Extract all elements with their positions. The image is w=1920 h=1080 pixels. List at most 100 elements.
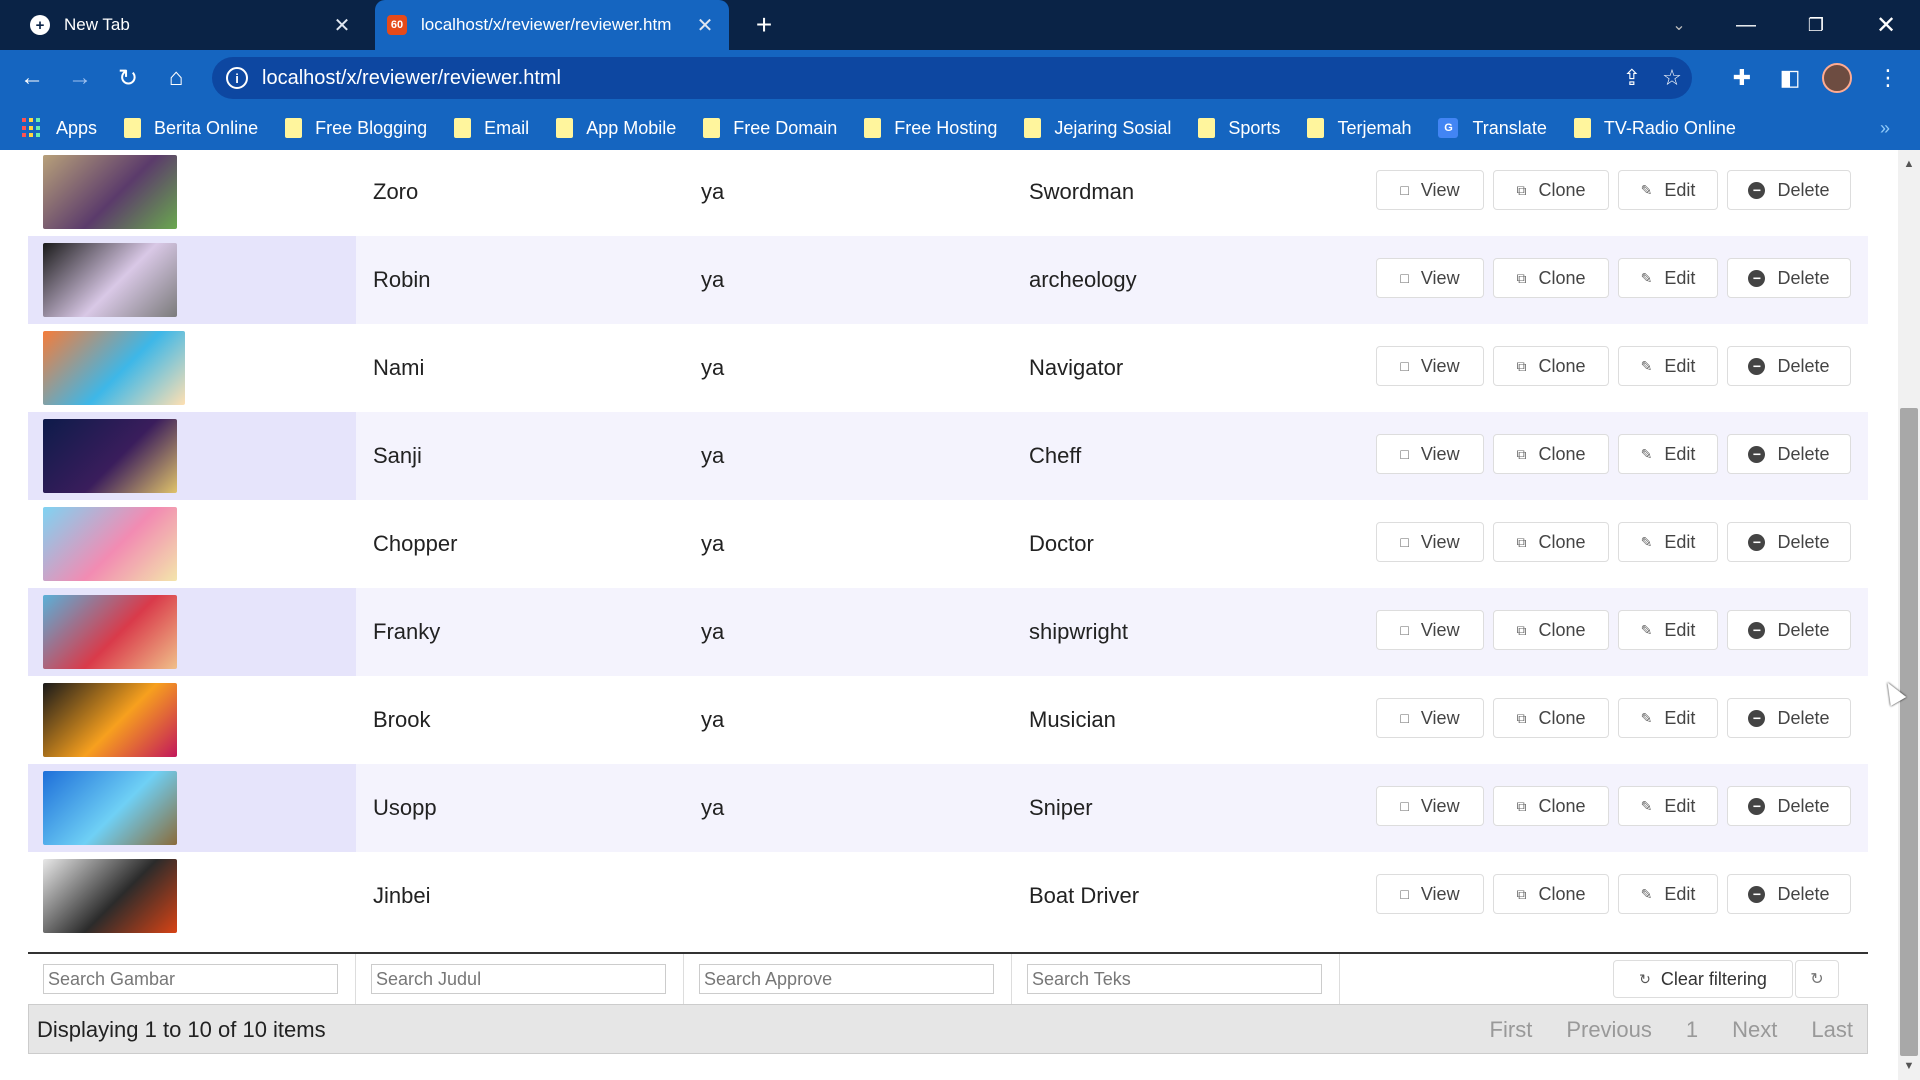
minimize-icon[interactable]: — (1711, 0, 1781, 50)
reload-icon[interactable]: ↻ (110, 60, 146, 96)
close-tab-icon[interactable]: ✕ (328, 13, 356, 38)
clone-button[interactable]: ⧉ Clone (1493, 170, 1609, 210)
table-row[interactable]: Usopp ya Sniper □ View ⧉ Clone ✎ Edit − Delete (28, 764, 1868, 852)
bookmark-tv-radio-online[interactable]: TV-Radio Online (1573, 118, 1736, 139)
new-tab-button[interactable]: + (748, 8, 780, 42)
clone-button[interactable]: ⧉ Clone (1493, 610, 1609, 650)
edit-button-label: Edit (1664, 531, 1696, 552)
delete-button[interactable]: − Delete (1727, 346, 1851, 386)
clone-button[interactable]: ⧉ Clone (1493, 522, 1609, 562)
delete-button[interactable]: − Delete (1727, 258, 1851, 298)
pager-page-number[interactable]: 1 (1686, 1017, 1698, 1043)
edit-button[interactable]: ✎ Edit (1618, 874, 1718, 914)
pager-previous[interactable]: Previous (1566, 1017, 1652, 1043)
edit-button[interactable]: ✎ Edit (1618, 698, 1718, 738)
edit-button[interactable]: ✎ Edit (1618, 786, 1718, 826)
clone-button[interactable]: ⧉ Clone (1493, 698, 1609, 738)
restore-icon[interactable]: ❐ (1781, 0, 1851, 50)
view-button[interactable]: □ View (1376, 786, 1484, 826)
bookmark-email[interactable]: Email (454, 118, 529, 139)
clone-button[interactable]: ⧉ Clone (1493, 434, 1609, 474)
forward-icon[interactable]: → (62, 60, 98, 96)
clone-button[interactable]: ⧉ Clone (1493, 874, 1609, 914)
home-icon[interactable]: ⌂ (158, 60, 194, 96)
table-row[interactable]: Robin ya archeology □ View ⧉ Clone ✎ Edit − Delete (28, 236, 1868, 324)
search-approve-input[interactable] (699, 964, 994, 994)
pager-first[interactable]: First (1490, 1017, 1533, 1043)
bookmark-translate[interactable]: G Translate (1438, 118, 1547, 139)
edit-button[interactable]: ✎ Edit (1618, 258, 1718, 298)
judul-cell: Zoro (373, 179, 419, 204)
search-gambar-input[interactable] (43, 964, 338, 994)
delete-button[interactable]: − Delete (1727, 874, 1851, 914)
clear-filtering-button[interactable]: ↻ Clear filtering (1613, 960, 1793, 998)
site-info-icon[interactable]: i (226, 67, 248, 89)
table-row[interactable]: Brook ya Musician □ View ⧉ Clone ✎ Edit − Delete (28, 676, 1868, 764)
view-button[interactable]: □ View (1376, 170, 1484, 210)
tab-new-tab[interactable]: + New Tab ✕ (18, 0, 366, 50)
close-window-icon[interactable]: ✕ (1851, 0, 1920, 50)
edit-button[interactable]: ✎ Edit (1618, 522, 1718, 562)
delete-button[interactable]: − Delete (1727, 610, 1851, 650)
view-button[interactable]: □ View (1376, 698, 1484, 738)
delete-button[interactable]: − Delete (1727, 170, 1851, 210)
bookmark-app-mobile[interactable]: App Mobile (556, 118, 676, 139)
table-row[interactable]: Sanji ya Cheff □ View ⧉ Clone ✎ Edit − Delete (28, 412, 1868, 500)
address-bar[interactable]: i localhost/x/reviewer/reviewer.html ⇪ ☆ (212, 57, 1692, 99)
side-panel-icon[interactable]: ◧ (1772, 60, 1808, 96)
more-bookmarks-icon[interactable]: » (1880, 118, 1890, 139)
scroll-down-arrow-icon[interactable]: ▼ (1898, 1060, 1920, 1076)
edit-button[interactable]: ✎ Edit (1618, 434, 1718, 474)
delete-button[interactable]: − Delete (1727, 786, 1851, 826)
view-button[interactable]: □ View (1376, 434, 1484, 474)
bookmark-star-icon[interactable]: ☆ (1652, 65, 1692, 91)
bookmark-sports[interactable]: Sports (1198, 118, 1280, 139)
bookmark-berita-online[interactable]: Berita Online (124, 118, 258, 139)
view-button[interactable]: □ View (1376, 346, 1484, 386)
url-text[interactable]: localhost/x/reviewer/reviewer.html (262, 67, 1612, 90)
back-icon[interactable]: ← (14, 60, 50, 96)
table-row[interactable]: Nami ya Navigator □ View ⧉ Clone ✎ Edit − Delete (28, 324, 1868, 412)
bookmark-terjemah[interactable]: Terjemah (1307, 118, 1411, 139)
bookmark-jejaring-sosial[interactable]: Jejaring Sosial (1024, 118, 1171, 139)
clone-button[interactable]: ⧉ Clone (1493, 346, 1609, 386)
view-button[interactable]: □ View (1376, 258, 1484, 298)
share-icon[interactable]: ⇪ (1612, 65, 1652, 91)
clone-button[interactable]: ⧉ Clone (1493, 258, 1609, 298)
delete-button[interactable]: − Delete (1727, 698, 1851, 738)
view-button[interactable]: □ View (1376, 874, 1484, 914)
reload-grid-button[interactable]: ↻ (1795, 960, 1839, 998)
edit-button[interactable]: ✎ Edit (1618, 346, 1718, 386)
bookmark-apps[interactable]: Apps (22, 118, 97, 139)
scrollbar-thumb[interactable] (1900, 408, 1918, 1056)
bookmark-free-domain[interactable]: Free Domain (703, 118, 837, 139)
view-button[interactable]: □ View (1376, 522, 1484, 562)
tab-search-chevron-icon[interactable]: ⌄ (1644, 0, 1714, 50)
pencil-icon: ✎ (1640, 181, 1653, 198)
table-row[interactable]: Zoro ya Swordman □ View ⧉ Clone ✎ Edit − Delete (28, 150, 1868, 236)
profile-avatar[interactable] (1822, 63, 1852, 93)
clone-button-label: Clone (1538, 531, 1586, 552)
bookmark-free-blogging[interactable]: Free Blogging (285, 118, 427, 139)
file-icon: □ (1400, 534, 1409, 550)
tab-reviewer[interactable]: 60 localhost/x/reviewer/reviewer.htm ✕ (375, 0, 729, 50)
pager-last[interactable]: Last (1811, 1017, 1853, 1043)
edit-button[interactable]: ✎ Edit (1618, 170, 1718, 210)
delete-button[interactable]: − Delete (1727, 522, 1851, 562)
search-teks-input[interactable] (1027, 964, 1322, 994)
table-row[interactable]: Franky ya shipwright □ View ⧉ Clone ✎ Edit − Delet… (28, 588, 1868, 676)
edit-button[interactable]: ✎ Edit (1618, 610, 1718, 650)
pager-next[interactable]: Next (1732, 1017, 1777, 1043)
view-button[interactable]: □ View (1376, 610, 1484, 650)
bookmark-free-hosting[interactable]: Free Hosting (864, 118, 997, 139)
scroll-up-arrow-icon[interactable]: ▲ (1898, 158, 1920, 174)
search-judul-input[interactable] (371, 964, 666, 994)
delete-button[interactable]: − Delete (1727, 434, 1851, 474)
close-tab-icon[interactable]: ✕ (691, 13, 719, 38)
extensions-icon[interactable]: ✚ (1724, 60, 1760, 96)
clone-button[interactable]: ⧉ Clone (1493, 786, 1609, 826)
table-row[interactable]: Chopper ya Doctor □ View ⧉ Clone ✎ Edit − Delete (28, 500, 1868, 588)
clone-icon: ⧉ (1516, 885, 1527, 902)
menu-kebab-icon[interactable]: ⋮ (1870, 60, 1906, 96)
table-row[interactable]: Jinbei Boat Driver □ View ⧉ Clone ✎ Edit − Delete (28, 852, 1868, 940)
